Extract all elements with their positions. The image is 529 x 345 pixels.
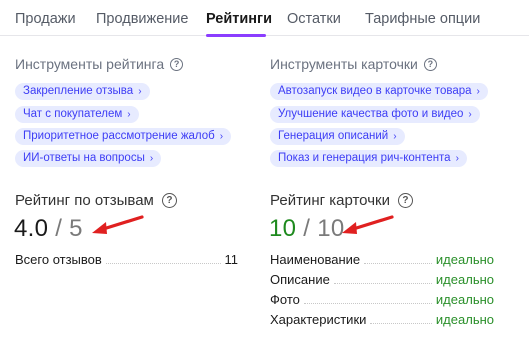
row-value: идеально [435, 312, 494, 327]
row-value: 11 [224, 252, 239, 267]
dotted-leader [333, 283, 432, 284]
chevron-right-icon: › [468, 109, 472, 120]
question-circle-icon[interactable]: ? [161, 193, 177, 208]
question-circle-icon[interactable]: ? [423, 57, 437, 71]
card-attr-row-name: Наименование идеально [270, 252, 494, 267]
chip-label: Улучшение качества фото и видео [278, 108, 464, 120]
chevron-right-icon: › [127, 109, 131, 120]
chip-pin-review[interactable]: Закрепление отзыва › [15, 83, 150, 100]
card-attr-row-description: Описание идеально [270, 272, 494, 287]
row-label: Фото [270, 292, 300, 307]
reviews-total-row: Всего отзывов 11 [15, 252, 238, 267]
card-rating-title-text: Рейтинг карточки [270, 192, 390, 209]
card-attr-row-photo: Фото идеально [270, 292, 494, 307]
card-rating-title: Рейтинг карточки ? [270, 192, 413, 209]
tab-tariff-options[interactable]: Тарифные опции [365, 11, 480, 27]
review-rating-title: Рейтинг по отзывам ? [15, 192, 177, 209]
chip-label: Генерация описаний [278, 130, 389, 142]
red-arrow-icon [92, 215, 144, 234]
dotted-leader [105, 263, 221, 264]
chevron-right-icon: › [476, 86, 480, 97]
card-tools-title: Инструменты карточки ? [270, 56, 437, 72]
chevron-right-icon: › [455, 153, 459, 164]
row-value: идеально [435, 272, 494, 287]
rating-tools-title: Инструменты рейтинга ? [15, 56, 184, 72]
tab-sales[interactable]: Продажи [15, 11, 76, 27]
chip-label: Автозапуск видео в карточке товара [278, 85, 472, 97]
card-tools-title-text: Инструменты карточки [270, 56, 418, 72]
review-rating-title-text: Рейтинг по отзывам [15, 192, 154, 209]
chevron-right-icon: › [149, 153, 154, 164]
score-separator: / [55, 215, 63, 242]
card-rating-value: 10 [269, 215, 297, 242]
row-label: Характеристики [270, 312, 367, 327]
row-value: идеально [435, 252, 494, 267]
chip-label: Чат с покупателем [23, 108, 123, 120]
chip-ai-answers[interactable]: ИИ-ответы на вопросы › [15, 150, 162, 167]
chip-video-autoplay[interactable]: Автозапуск видео в карточке товара › [270, 83, 488, 100]
chip-media-quality[interactable]: Улучшение качества фото и видео › [270, 106, 480, 123]
card-rating-score: 10 / 10 [269, 215, 345, 243]
tab-bar: Продажи Продвижение Рейтинги Остатки Тар… [0, 0, 529, 37]
question-circle-icon[interactable]: ? [397, 193, 413, 208]
row-label: Наименование [270, 252, 361, 267]
row-label: Описание [270, 272, 330, 287]
active-tab-indicator [206, 34, 266, 37]
review-rating-max: 5 [69, 215, 83, 242]
chip-label: Закрепление отзыва [23, 85, 134, 97]
tab-promotion[interactable]: Продвижение [96, 11, 188, 27]
chip-label: ИИ-ответы на вопросы [23, 152, 145, 164]
tab-stock[interactable]: Остатки [287, 11, 341, 27]
tab-ratings[interactable]: Рейтинги [206, 11, 272, 27]
chip-label: Показ и генерация рич-контента [278, 152, 451, 164]
score-separator: / [303, 215, 311, 242]
chip-buyer-chat[interactable]: Чат с покупателем › [15, 106, 139, 123]
row-label: Всего отзывов [15, 252, 102, 267]
dotted-leader [303, 303, 432, 304]
dotted-leader [370, 323, 432, 324]
red-arrow-icon [342, 215, 394, 234]
question-circle-icon[interactable]: ? [170, 57, 184, 71]
chip-rich-content[interactable]: Показ и генерация рич-контента › [270, 150, 467, 167]
card-attr-row-characteristics: Характеристики идеально [270, 312, 494, 327]
chip-label: Приоритетное рассмотрение жалоб [23, 130, 215, 142]
dotted-leader [364, 263, 432, 264]
chevron-right-icon: › [393, 131, 397, 142]
review-rating-score: 4.0 / 5 [14, 215, 83, 243]
rating-tools-title-text: Инструменты рейтинга [15, 56, 165, 72]
row-value: идеально [435, 292, 494, 307]
chip-description-generation[interactable]: Генерация описаний › [270, 128, 405, 145]
chip-priority-complaints[interactable]: Приоритетное рассмотрение жалоб › [15, 128, 232, 145]
chevron-right-icon: › [138, 86, 142, 97]
chevron-right-icon: › [219, 131, 224, 142]
review-rating-value: 4.0 [14, 215, 49, 242]
